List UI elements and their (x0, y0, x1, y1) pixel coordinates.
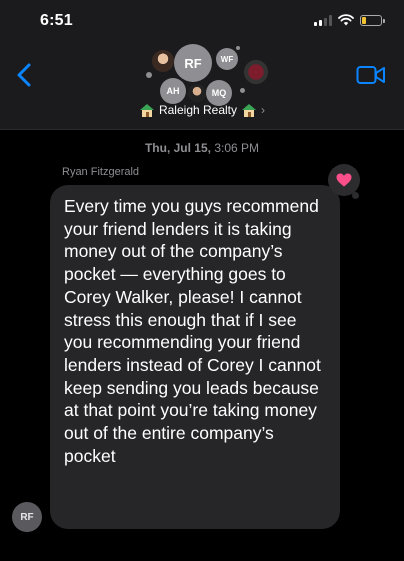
wifi-icon (338, 14, 354, 26)
reaction-tail (352, 192, 359, 199)
message-text: Every time you guys recommend your frien… (64, 196, 321, 466)
participant-avatar-wf: WF (216, 48, 238, 70)
participant-avatar-ah: AH (160, 78, 186, 104)
chevron-right-icon: › (261, 103, 266, 117)
group-name: Raleigh Realty (158, 103, 238, 117)
group-name-row[interactable]: Raleigh Realty › (0, 103, 404, 117)
timestamp-time: 3:06 PM (214, 141, 260, 155)
sender-name: Ryan Fitzgerald (62, 166, 140, 178)
chevron-left-icon[interactable] (14, 62, 36, 88)
message-bubble[interactable]: Every time you guys recommend your frien… (50, 185, 340, 529)
heart-icon (336, 173, 352, 187)
sender-avatar[interactable]: RF (12, 502, 42, 532)
message-timestamp: Thu, Jul 15, 3:06 PM (0, 141, 404, 155)
status-time: 6:51 (40, 12, 73, 29)
cellular-signal-icon (314, 14, 332, 26)
decorative-dot (236, 46, 240, 50)
status-icons (314, 14, 385, 26)
house-emoji-icon (139, 104, 154, 117)
battery-low-icon (360, 14, 385, 26)
house-emoji-icon (242, 104, 257, 117)
video-camera-icon[interactable] (356, 64, 386, 86)
participant-photo-avatar (188, 84, 206, 102)
decorative-dot (240, 88, 245, 93)
participant-photo-avatar (244, 60, 268, 84)
timestamp-day: Thu, Jul 15, (144, 141, 211, 155)
participant-avatar-rf: RF (174, 44, 212, 82)
decorative-dot (146, 72, 152, 78)
conversation-header: 6:51 RF WF AH MQ Raleigh Realty › (0, 0, 404, 130)
participant-photo-avatar (152, 50, 174, 72)
